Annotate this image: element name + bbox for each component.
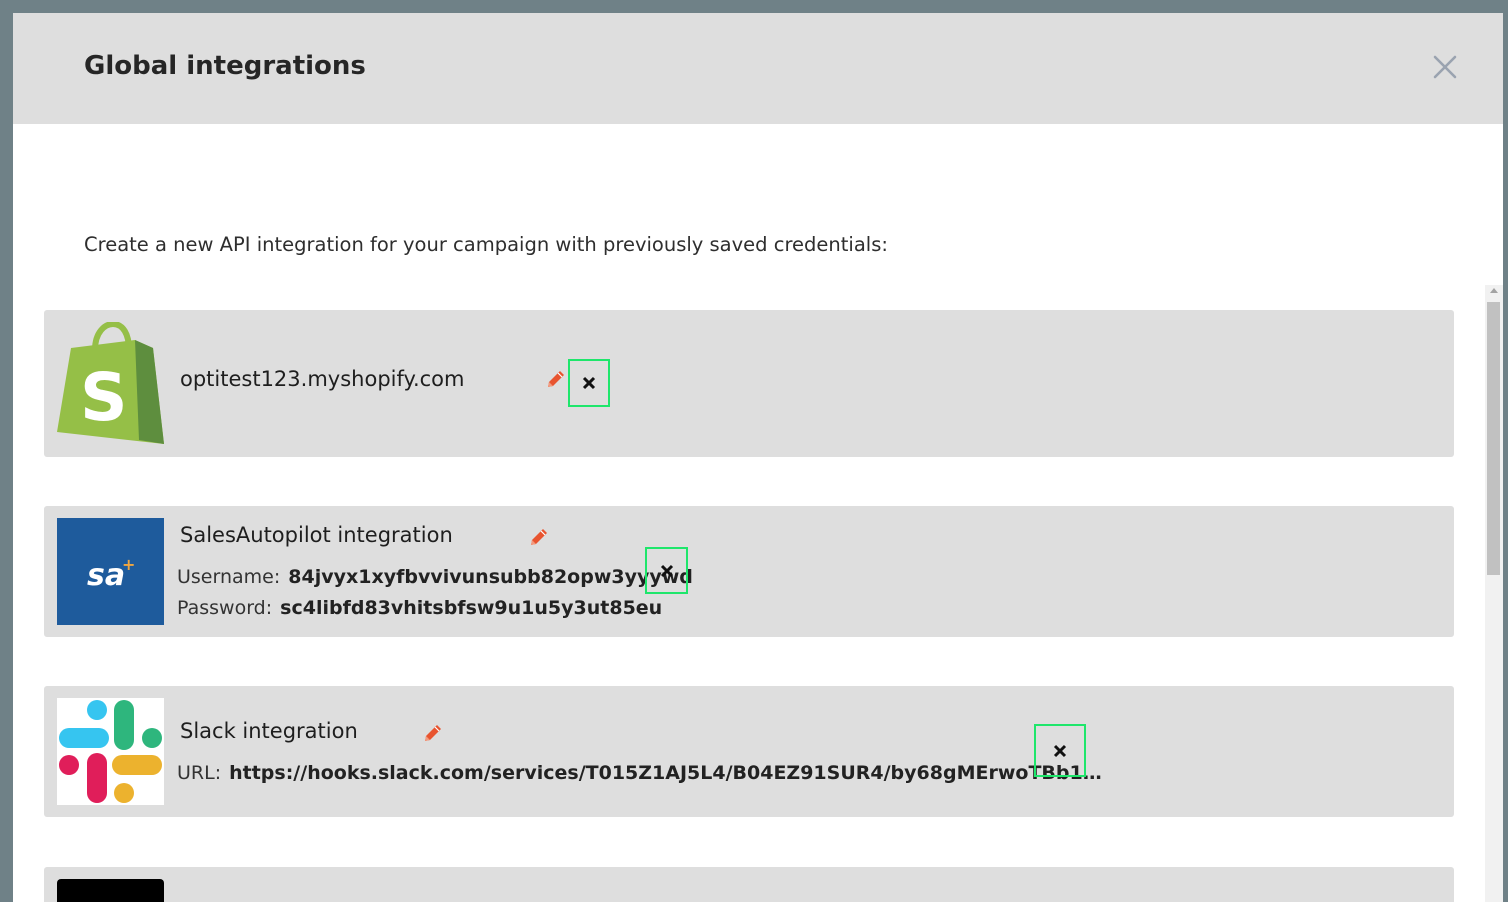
svg-text:sa: sa — [87, 558, 125, 593]
integration-name: SalesAutopilot integration — [180, 523, 453, 547]
svg-text:+: + — [122, 555, 135, 574]
shopify-logo-icon: S — [57, 320, 164, 444]
close-icon — [582, 376, 596, 390]
salesautopilot-logo-icon: sa + — [57, 518, 164, 625]
pencil-edit-icon[interactable] — [545, 368, 567, 390]
scroll-up-arrow-icon[interactable] — [1490, 288, 1498, 293]
integration-name: Slack integration — [180, 719, 358, 743]
username-value: 84jvyx1xyfbvvivunsubb82opw3yyywd — [288, 566, 693, 588]
field-label: Username: — [177, 566, 281, 588]
integration-card-slack: Slack integration URL: https://hooks.slac… — [44, 686, 1454, 817]
pencil-edit-icon[interactable] — [528, 526, 550, 548]
remove-integration-button[interactable] — [568, 359, 610, 407]
password-value: sc4libfd83vhitsbfsw9u1u5y3ut85eu — [280, 597, 663, 619]
scrollbar-thumb[interactable] — [1487, 302, 1500, 575]
remove-integration-button[interactable] — [1034, 724, 1086, 777]
url-value: https://hooks.slack.com/services/T015Z1A… — [229, 762, 1102, 784]
field-label: Password: — [177, 597, 273, 619]
modal-header: Global integrations — [13, 13, 1503, 124]
pencil-edit-icon[interactable] — [422, 722, 444, 744]
svg-text:S: S — [80, 359, 128, 436]
close-icon[interactable] — [1431, 53, 1459, 81]
scrollbar[interactable] — [1485, 285, 1503, 902]
integration-card-shopify: S optitest123.myshopify.com — [44, 310, 1454, 457]
url-row: URL: https://hooks.slack.com/services/T01… — [177, 762, 1102, 784]
slack-logo-icon — [57, 698, 164, 805]
integration-card — [44, 867, 1454, 902]
intro-text: Create a new API integration for your ca… — [84, 233, 888, 256]
integration-name: optitest123.myshopify.com — [180, 367, 465, 391]
modal-title: Global integrations — [84, 51, 366, 81]
field-label: URL: — [177, 762, 222, 784]
close-icon — [1053, 744, 1067, 757]
global-integrations-modal: Global integrations Create a new API int… — [13, 13, 1503, 902]
integration-card-salesautopilot: sa + SalesAutopilot integration Username… — [44, 506, 1454, 637]
password-row: Password: sc4libfd83vhitsbfsw9u1u5y3ut85e… — [177, 597, 662, 619]
remove-integration-button[interactable] — [645, 547, 688, 594]
integration-logo-icon — [57, 879, 164, 902]
username-row: Username: 84jvyx1xyfbvvivunsubb82opw3yyyw… — [177, 566, 693, 588]
close-icon — [660, 564, 673, 577]
